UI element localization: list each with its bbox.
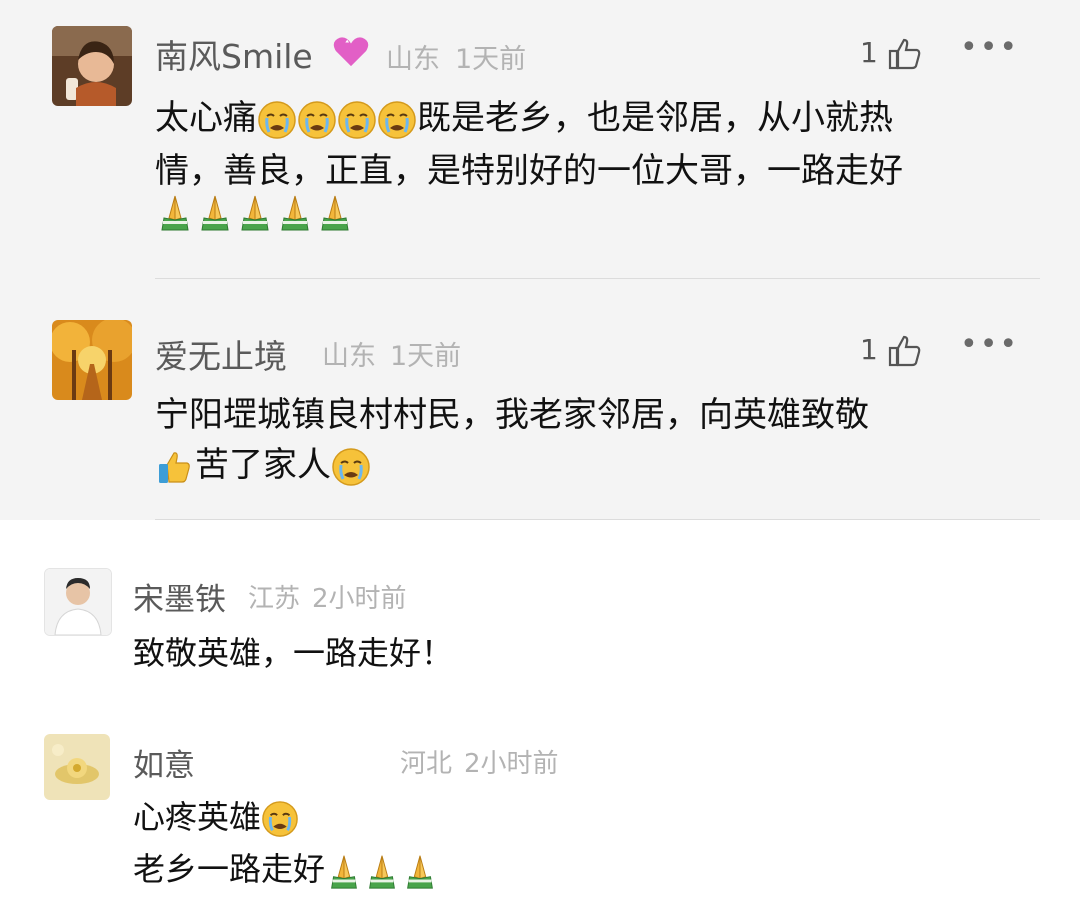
praying-hands-icon bbox=[363, 852, 401, 890]
comment-location: 江苏 bbox=[248, 584, 301, 614]
divider bbox=[155, 278, 1040, 279]
username[interactable]: 如意 bbox=[133, 740, 195, 785]
praying-hands-icon bbox=[325, 852, 363, 890]
username[interactable]: 爱无止境 bbox=[155, 330, 287, 378]
like-button[interactable]: 1 bbox=[860, 36, 923, 71]
more-options-button[interactable]: ••• bbox=[960, 30, 1019, 65]
comment-text-line: 宁阳堽城镇良村村民，我老家邻居，向英雄致敬 bbox=[155, 395, 869, 435]
crying-face-icon bbox=[261, 800, 299, 838]
comment-time: 1天前 bbox=[390, 341, 462, 372]
username[interactable]: 宋墨铁 bbox=[133, 574, 226, 619]
golden-flower-icon bbox=[44, 734, 110, 800]
comment-text-line: 心疼英雄 bbox=[133, 792, 299, 838]
avatar[interactable] bbox=[52, 26, 132, 106]
comment-text-line: 老乡一路走好 bbox=[133, 844, 439, 890]
comment-time: 2小时前 bbox=[464, 749, 559, 779]
comment-location: 山东 bbox=[322, 341, 376, 372]
avatar[interactable] bbox=[44, 734, 110, 800]
more-dots-icon: ••• bbox=[960, 327, 1020, 362]
comment-text-line: 苦了家人 bbox=[155, 437, 371, 487]
praying-hands-icon bbox=[401, 852, 439, 890]
comment-time: 2小时前 bbox=[312, 584, 407, 614]
username[interactable]: 南风Smile bbox=[155, 30, 313, 78]
comment-text-line: 情，善良，正直，是特别好的一位大哥，一路走好 bbox=[155, 151, 903, 191]
praying-hands-icon bbox=[315, 192, 355, 232]
comment-time: 1天前 bbox=[455, 44, 527, 75]
autumn-trees-icon bbox=[52, 320, 132, 400]
comment-location: 河北 bbox=[400, 749, 453, 779]
child-portrait-icon bbox=[52, 26, 132, 106]
like-button[interactable]: 1 bbox=[860, 333, 923, 368]
crying-face-icon bbox=[257, 100, 297, 140]
avatar[interactable] bbox=[44, 568, 112, 636]
comment-location: 山东 bbox=[386, 44, 440, 75]
purple-heart-icon bbox=[332, 34, 370, 72]
thumbs-up-icon bbox=[155, 447, 195, 487]
emoji-row bbox=[155, 192, 355, 232]
like-count: 1 bbox=[860, 333, 878, 366]
praying-hands-icon bbox=[235, 192, 275, 232]
divider bbox=[155, 519, 1040, 520]
comment-text-line: 太心痛 既是老乡，也是邻居，从小就热 bbox=[155, 98, 893, 140]
avatar[interactable] bbox=[52, 320, 132, 400]
praying-hands-icon bbox=[195, 192, 235, 232]
praying-hands-icon bbox=[275, 192, 315, 232]
more-dots-icon: ••• bbox=[960, 30, 1020, 65]
crying-face-icon bbox=[331, 447, 371, 487]
crying-face-icon bbox=[377, 100, 417, 140]
comment-text-line: 致敬英雄，一路走好！ bbox=[133, 634, 454, 672]
man-portrait-icon bbox=[45, 569, 111, 635]
praying-hands-icon bbox=[155, 192, 195, 232]
crying-face-icon bbox=[297, 100, 337, 140]
crying-face-icon bbox=[337, 100, 377, 140]
like-count: 1 bbox=[860, 36, 878, 69]
thumb-up-outline-icon bbox=[888, 38, 921, 70]
more-options-button[interactable]: ••• bbox=[960, 327, 1019, 362]
thumb-up-outline-icon bbox=[888, 335, 921, 367]
